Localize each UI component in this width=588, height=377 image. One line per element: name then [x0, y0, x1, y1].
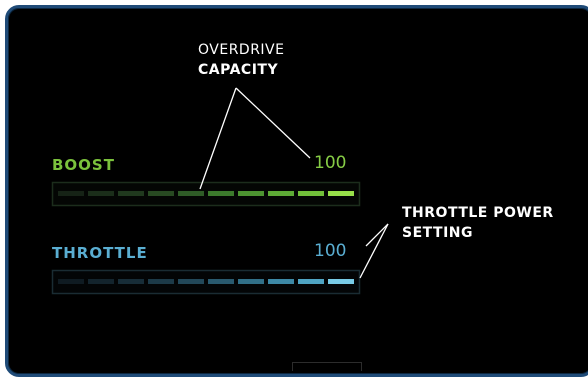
boost-meter-segment [178, 191, 204, 196]
boost-meter-segment [238, 191, 264, 196]
throttle-meter-segment [58, 279, 84, 284]
throttle-meter-segment [268, 279, 294, 284]
throttle-meter-segment [148, 279, 174, 284]
throttle-meter-segment [88, 279, 114, 284]
boost-meter-segment [208, 191, 234, 196]
throttle-meter-segment [298, 279, 324, 284]
overdrive-capacity-annotation: OVERDRIVE CAPACITY [198, 40, 284, 80]
boost-label: BOOST [52, 156, 115, 174]
throttle-callout-line-lower [359, 223, 389, 279]
boost-meter-segment [148, 191, 174, 196]
boost-meter-segment [268, 191, 294, 196]
throttle-callout-line-upper [365, 223, 389, 247]
throttle-meter-segment [238, 279, 264, 284]
throttle-power-annotation: THROTTLE POWER SETTING [402, 203, 554, 243]
throttle-meter-segment [328, 279, 354, 284]
boost-value: 100 [314, 153, 347, 173]
throttle-meter-segment [178, 279, 204, 284]
boost-meter-segment [58, 191, 84, 196]
throttle-meter-segment [208, 279, 234, 284]
hud-graphics [51, 87, 389, 295]
boost-meter-segment [328, 191, 354, 196]
throttle-meter-segment [118, 279, 144, 284]
boost-meter-segment [118, 191, 144, 196]
overdrive-annotation-line2: CAPACITY [198, 62, 279, 78]
overdrive-callout-line-left [199, 87, 237, 190]
throttle-annotation-line1: THROTTLE POWER [402, 205, 554, 221]
throttle-value: 100 [314, 241, 347, 261]
overdrive-annotation-line1: OVERDRIVE [198, 42, 285, 58]
throttle-label: THROTTLE [52, 244, 148, 262]
boost-meter-segment [298, 191, 324, 196]
boost-meter-segment [88, 191, 114, 196]
throttle-annotation-line2: SETTING [402, 225, 473, 241]
overdrive-callout-line-right [235, 87, 311, 159]
